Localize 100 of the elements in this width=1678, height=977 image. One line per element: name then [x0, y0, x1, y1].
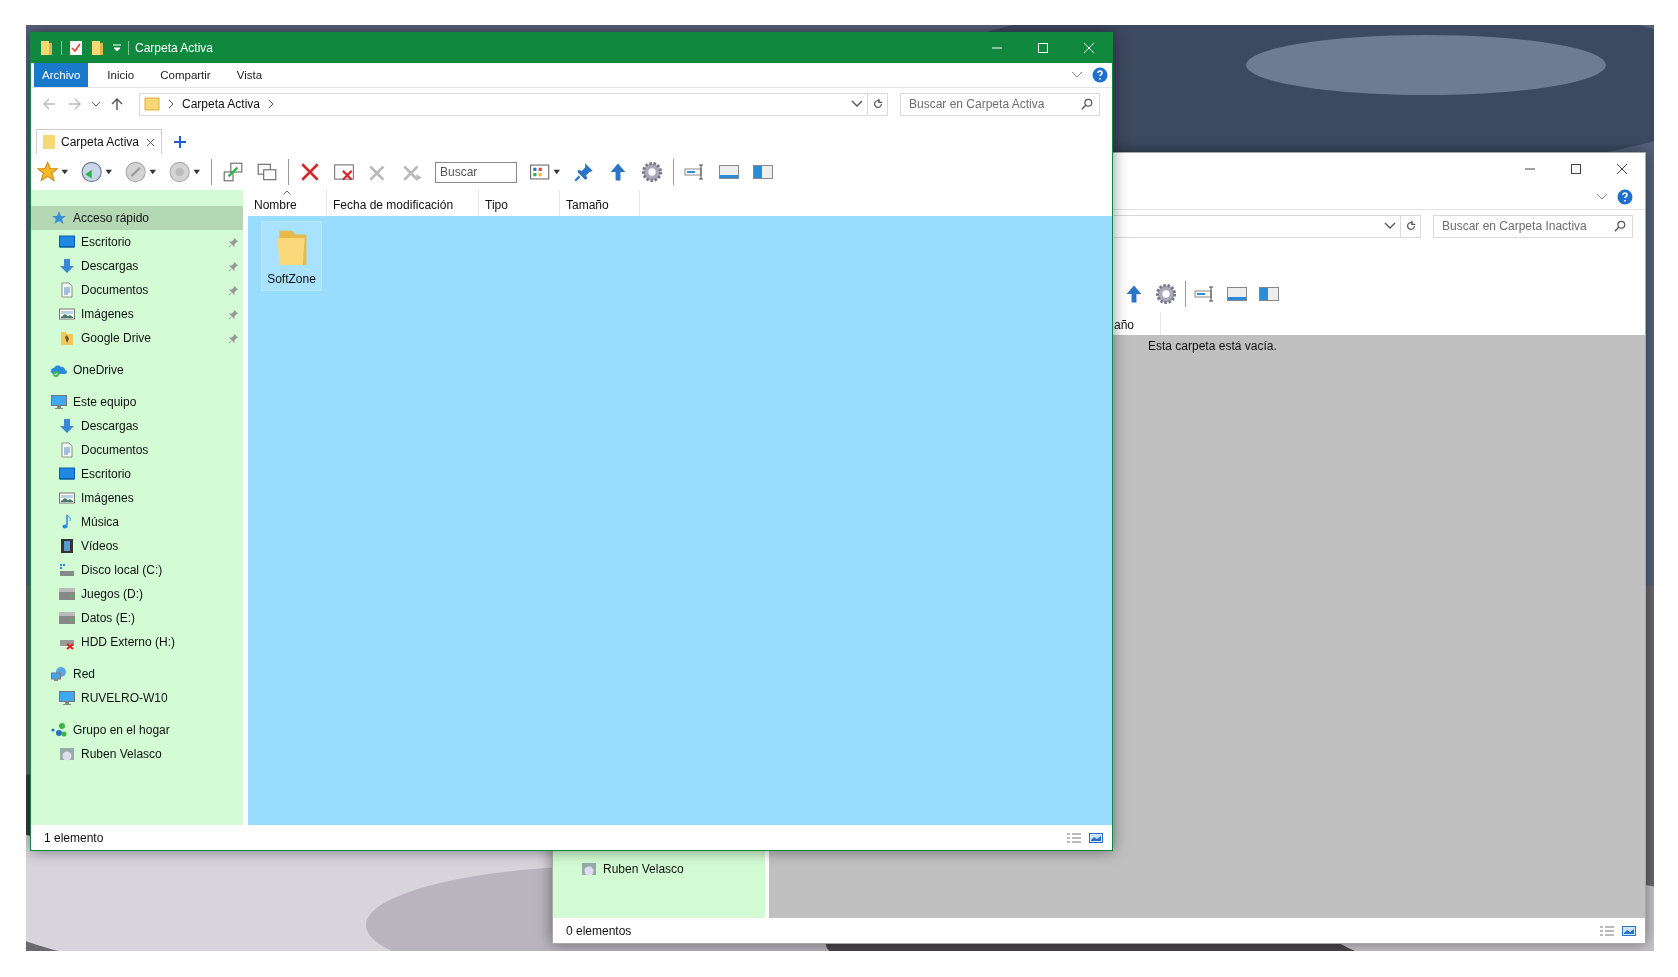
sidebar-item[interactable]: Escritorio — [31, 230, 243, 254]
sidebar-item[interactable]: Datos (E:) — [31, 606, 243, 630]
folder-icon[interactable] — [90, 40, 106, 56]
image-icon — [59, 490, 75, 506]
ribbon-tab[interactable]: Compartir — [147, 63, 224, 87]
overlapping-windows-icon[interactable] — [256, 161, 278, 183]
ribbon-tab[interactable]: Inicio — [94, 63, 148, 87]
view-grid-dropdown-icon[interactable] — [529, 161, 561, 183]
sidebar-item[interactable]: Documentos — [31, 438, 243, 462]
computer-monitor-icon — [51, 394, 67, 410]
drive-icon — [59, 610, 75, 626]
sidebar-item[interactable]: Disco local (C:) — [31, 558, 243, 582]
breadcrumb-chevron-icon[interactable] — [268, 99, 275, 109]
ribbon-tab[interactable]: Archivo — [34, 63, 89, 87]
sidebar-item[interactable]: Descargas — [31, 254, 243, 278]
download-arrow-icon — [59, 418, 75, 434]
delete-window-icon[interactable] — [333, 161, 355, 183]
chevron-down-icon[interactable] — [1071, 71, 1083, 79]
refresh-button[interactable] — [868, 92, 888, 116]
sidebar-item[interactable]: RUVELRO-W10 — [31, 686, 243, 710]
breadcrumb-chevron-icon[interactable] — [168, 99, 174, 109]
help-icon[interactable] — [1617, 189, 1633, 205]
address-field[interactable] — [1114, 214, 1401, 238]
back-arrow-icon[interactable] — [42, 97, 56, 111]
window-arrow-icon[interactable] — [222, 161, 244, 183]
refresh-icon — [871, 98, 884, 110]
large-icons-view-icon[interactable] — [1621, 924, 1637, 937]
folder-icon — [59, 330, 75, 346]
search-input[interactable]: Buscar en Carpeta Inactiva — [1440, 218, 1614, 234]
window-title: Carpeta Activa — [135, 41, 214, 55]
sidebar-item[interactable]: Descargas — [31, 414, 243, 438]
up-arrow-icon[interactable] — [110, 97, 124, 111]
ribbon-tab[interactable]: Vista — [223, 63, 276, 87]
help-icon[interactable] — [1092, 67, 1108, 83]
computer-monitor-icon — [59, 690, 75, 706]
sidebar-item[interactable]: Imágenes — [31, 302, 243, 326]
document-icon — [59, 282, 75, 298]
details-view-icon[interactable] — [1066, 831, 1082, 844]
sidebar-item[interactable]: OneDrive — [31, 358, 243, 382]
large-icons-view-icon[interactable] — [1088, 831, 1104, 844]
plus-icon[interactable] — [174, 136, 186, 148]
sidebar-item[interactable]: Red — [31, 662, 243, 686]
folder-item[interactable]: SoftZone — [261, 221, 322, 291]
sidebar-item[interactable]: Imágenes — [31, 486, 243, 510]
monitor-icon — [59, 234, 75, 250]
download-arrow-icon — [59, 258, 75, 274]
search-field[interactable]: Buscar — [435, 161, 517, 183]
sidebar-item[interactable]: Documentos — [31, 278, 243, 302]
sidebar-item[interactable]: Acceso rápido — [31, 206, 243, 230]
sidebar-item[interactable]: Ruben Velasco — [553, 857, 765, 881]
monitor-icon — [59, 466, 75, 482]
rename-field-icon[interactable] — [684, 161, 706, 183]
dropdown-chevron-icon[interactable] — [1384, 222, 1396, 230]
star-dropdown-icon[interactable] — [37, 161, 69, 183]
sidebar-item[interactable]: Juegos (D:) — [31, 582, 243, 606]
chevron-down-icon[interactable] — [1596, 193, 1608, 201]
address-field[interactable]: Carpeta Activa — [139, 92, 868, 116]
pin-icon[interactable] — [228, 308, 239, 320]
sidebar-item[interactable]: Vídeos — [31, 534, 243, 558]
checklist-icon[interactable] — [68, 40, 84, 56]
refresh-button[interactable] — [1401, 214, 1421, 238]
gauge-dropdown-icon[interactable] — [125, 161, 157, 183]
star-icon — [51, 210, 67, 226]
pin-icon[interactable] — [228, 260, 239, 272]
folder-tab[interactable]: Carpeta Activa — [36, 129, 162, 154]
dropdown-chevron-icon[interactable] — [851, 100, 863, 108]
sidebar-item[interactable]: Este equipo — [31, 390, 243, 414]
sidebar-item[interactable]: Ruben Velasco — [31, 742, 243, 766]
forward-arrow-icon[interactable] — [68, 97, 82, 111]
close-icon[interactable] — [146, 137, 155, 147]
homegroup-icon — [51, 722, 67, 738]
gear-icon[interactable] — [1155, 283, 1177, 305]
details-view-icon[interactable] — [1599, 924, 1615, 937]
pin-icon[interactable] — [228, 284, 239, 296]
sidebar-item[interactable]: HDD Externo (H:) — [31, 630, 243, 654]
folder-icon — [41, 134, 57, 150]
sidebar-item[interactable]: Google Drive — [31, 326, 243, 350]
sidebar-item[interactable]: Escritorio — [31, 462, 243, 486]
folder-icon[interactable] — [39, 40, 55, 56]
sidebar-item[interactable]: Grupo en el hogar — [31, 718, 243, 742]
user-avatar-icon — [59, 746, 75, 762]
sort-caret-icon — [283, 190, 291, 195]
rename-field-icon[interactable] — [1194, 283, 1216, 305]
user-avatar-icon — [581, 861, 597, 877]
search-input[interactable]: Buscar en Carpeta Activa — [907, 96, 1081, 112]
pin-icon[interactable] — [228, 236, 239, 248]
disc-dropdown-icon[interactable] — [169, 161, 201, 183]
status-text: 1 elemento — [44, 830, 104, 845]
pin-icon[interactable] — [573, 161, 595, 183]
empty-folder-message: Esta carpeta está vacía. — [1148, 339, 1277, 353]
delete-icon[interactable] — [299, 161, 321, 183]
circle-arrow-dropdown-icon[interactable] — [81, 161, 113, 183]
dropdown-icon[interactable] — [112, 43, 122, 53]
recent-chevron-icon[interactable] — [91, 100, 101, 108]
network-icon — [51, 666, 67, 682]
pin-icon[interactable] — [228, 332, 239, 344]
system-drive-icon — [59, 562, 75, 578]
sidebar-item[interactable]: Música — [31, 510, 243, 534]
status-text: 0 elementos — [566, 923, 632, 938]
gear-icon[interactable] — [641, 161, 663, 183]
